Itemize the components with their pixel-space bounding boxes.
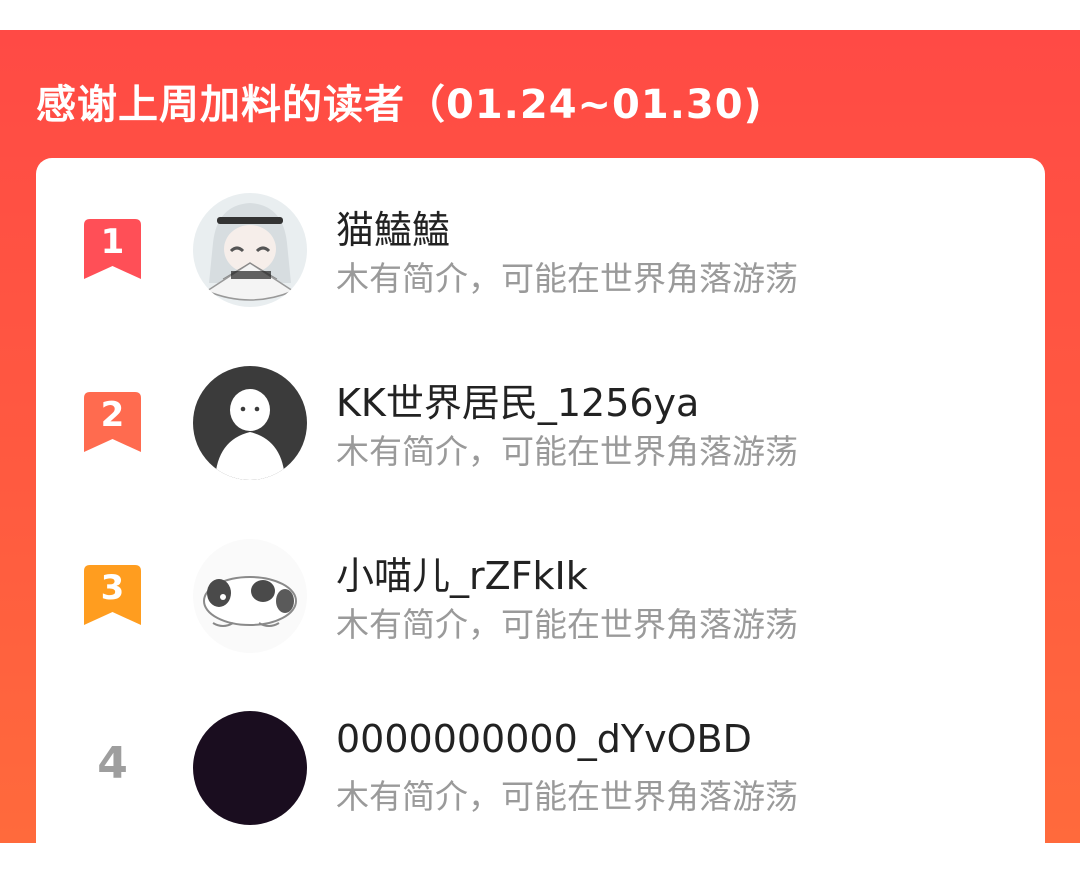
weekly-supporters-panel: 感谢上周加料的读者（01.24~01.30) 1 猫鰪鰪 木有简介，可能在世界角… [0, 30, 1080, 878]
reader-row[interactable]: 3 小喵儿_rZFkIk 木有简介，可能在世界角落游荡 [36, 534, 1045, 674]
reader-bio: 木有简介，可能在世界角落游荡 [336, 432, 798, 471]
panda-sketch-avatar[interactable] [193, 539, 307, 653]
reader-list-card: 1 猫鰪鰪 木有简介，可能在世界角落游荡 2 KK世界居民_1256ya 木有简… [36, 158, 1045, 878]
reader-row[interactable]: 2 KK世界居民_1256ya 木有简介，可能在世界角落游荡 [36, 361, 1045, 501]
default-person-avatar[interactable] [193, 366, 307, 480]
reader-name: 0000000000_dYvOBD [336, 717, 752, 761]
reader-row[interactable]: 4 0000000000_dYvOBD 木有简介，可能在世界角落游荡 [36, 706, 1045, 846]
reader-name: 小喵儿_rZFkIk [336, 554, 588, 598]
rank-number: 4 [97, 738, 128, 789]
anime-girl-with-fan-avatar[interactable] [193, 193, 307, 307]
rank-number: 3 [101, 568, 125, 608]
reader-name: KK世界居民_1256ya [336, 381, 700, 425]
rank-number: 2 [101, 395, 125, 435]
panel-title: 感谢上周加料的读者（01.24~01.30) [36, 82, 763, 128]
reader-row[interactable]: 1 猫鰪鰪 木有简介，可能在世界角落游荡 [36, 188, 1045, 328]
reader-bio: 木有简介，可能在世界角落游荡 [336, 605, 798, 644]
ribbon-badge-icon: 2 [84, 392, 141, 454]
reader-name: 猫鰪鰪 [336, 208, 451, 252]
rank-number: 1 [101, 222, 125, 262]
dark-circle-avatar[interactable] [193, 711, 307, 825]
top-strip [0, 0, 1080, 30]
ribbon-badge-icon: 1 [84, 219, 141, 281]
reader-bio: 木有简介，可能在世界角落游荡 [336, 777, 798, 816]
ribbon-badge-icon: 3 [84, 565, 141, 627]
reader-bio: 木有简介，可能在世界角落游荡 [336, 259, 798, 298]
